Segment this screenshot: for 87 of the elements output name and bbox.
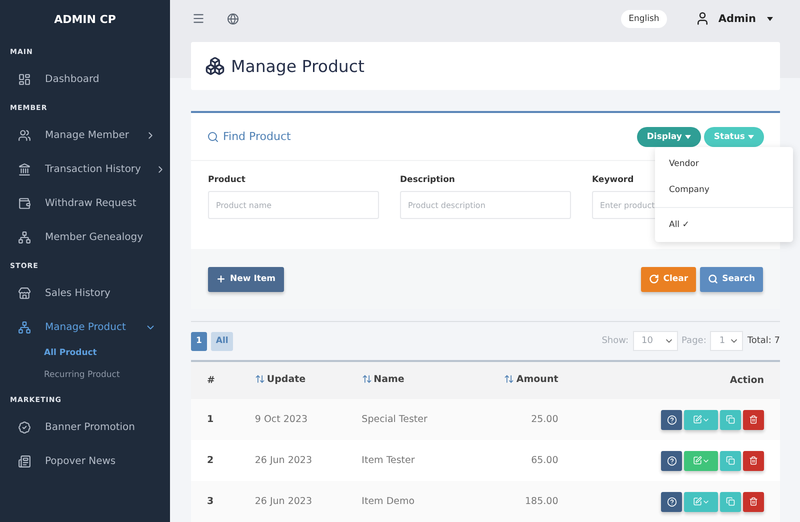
- column-header[interactable]: Update: [254, 374, 306, 385]
- page-label: Page:: [682, 336, 706, 346]
- edit-icon: [692, 415, 702, 424]
- help-button[interactable]: [661, 450, 682, 470]
- sidebar-subitem[interactable]: Recurring Product: [0, 366, 170, 388]
- sidebar-item[interactable]: Manage Product: [0, 310, 170, 344]
- caret-icon: [767, 16, 773, 20]
- brand-title: ADMIN CP: [53, 12, 117, 28]
- menu-item[interactable]: Company: [655, 177, 793, 203]
- sort-icon: [362, 374, 372, 384]
- plus-icon: [216, 274, 226, 284]
- column-header[interactable]: Name: [362, 374, 404, 385]
- badge-icon: [18, 420, 31, 434]
- user-icon: [695, 11, 710, 26]
- search-button[interactable]: Search: [700, 266, 763, 292]
- table-cell: 25.00: [462, 399, 618, 440]
- user-menu[interactable]: Admin: [689, 10, 779, 27]
- table-cell: Special Tester: [346, 399, 463, 440]
- sort-icon: [504, 374, 514, 384]
- sidebar-item[interactable]: Banner Promotion: [0, 410, 170, 444]
- hierarchy-icon: [18, 230, 31, 244]
- help-icon: [666, 456, 676, 466]
- dashboard-icon: [18, 72, 31, 86]
- table-cell: 26 Jun 2023: [238, 440, 346, 481]
- column-header: Action: [730, 375, 764, 386]
- refresh-icon: [649, 274, 660, 284]
- field-label: Description: [400, 175, 456, 185]
- table-cell: Item Demo: [346, 481, 463, 522]
- input-field[interactable]: Product name: [208, 191, 379, 219]
- find-title: Find Product: [223, 130, 291, 143]
- help-icon: [666, 414, 676, 424]
- column-header[interactable]: Amount: [504, 374, 558, 385]
- store-icon: [18, 286, 31, 300]
- sidebar-subitem[interactable]: All Product: [0, 344, 170, 366]
- newspaper-icon: [18, 454, 31, 468]
- sidebar-item[interactable]: Member Genealogy: [0, 220, 170, 254]
- new-item-button[interactable]: New Item: [208, 266, 284, 292]
- field-label: Product: [208, 175, 246, 185]
- trash-icon: [749, 415, 758, 424]
- menu-item[interactable]: Vendor: [655, 151, 793, 177]
- edit-icon: [692, 456, 702, 465]
- delete-button[interactable]: [743, 492, 764, 512]
- delete-button[interactable]: [743, 410, 764, 430]
- table-cell: 65.00: [462, 440, 618, 481]
- caret-icon: [748, 134, 754, 138]
- menu-icon[interactable]: [192, 12, 205, 25]
- bank-icon: [18, 162, 31, 176]
- hierarchy-icon: [18, 320, 31, 334]
- wallet-icon: [18, 196, 31, 210]
- delete-button[interactable]: [743, 450, 764, 470]
- show-label: Show:: [602, 336, 629, 346]
- table-cell: 3: [191, 481, 239, 522]
- table-cell: Item Tester: [346, 440, 463, 481]
- copy-icon: [726, 415, 735, 424]
- table-cell: 185.00: [462, 481, 618, 522]
- input-field[interactable]: Product description: [400, 191, 571, 219]
- help-button[interactable]: [661, 492, 682, 512]
- sidebar-item[interactable]: Transaction History: [0, 152, 170, 186]
- trash-icon: [749, 456, 758, 465]
- page-button[interactable]: 1: [191, 332, 207, 350]
- help-icon: [666, 496, 676, 506]
- users-icon: [18, 128, 31, 142]
- search-icon: [207, 130, 219, 142]
- boxes-icon: [205, 56, 225, 76]
- language-button[interactable]: English: [620, 10, 668, 28]
- caret-icon: [684, 134, 691, 138]
- column-header: #: [207, 375, 215, 386]
- sidebar-item[interactable]: Withdraw Request: [0, 186, 170, 220]
- globe-icon[interactable]: [227, 12, 239, 24]
- search-icon: [708, 274, 718, 284]
- table-cell: 1: [191, 399, 239, 440]
- sidebar-item[interactable]: Popover News: [0, 444, 170, 478]
- trash-icon: [749, 497, 758, 506]
- page-title: Manage Product: [231, 56, 364, 76]
- table-cell: 2: [191, 440, 239, 481]
- table-cell: 9 Oct 2023: [238, 399, 346, 440]
- sidebar-item[interactable]: Sales History: [0, 276, 170, 310]
- copy-icon: [726, 497, 735, 506]
- sidebar-item[interactable]: Manage Member: [0, 118, 170, 152]
- field-label: Keyword: [592, 175, 635, 185]
- copy-icon: [726, 456, 735, 465]
- edit-icon: [692, 497, 702, 506]
- help-button[interactable]: [661, 410, 682, 430]
- table-cell: 26 Jun 2023: [238, 481, 346, 522]
- sidebar-item[interactable]: Dashboard: [0, 62, 170, 96]
- total-count: Total: 7: [747, 336, 780, 346]
- sort-icon: [254, 374, 265, 384]
